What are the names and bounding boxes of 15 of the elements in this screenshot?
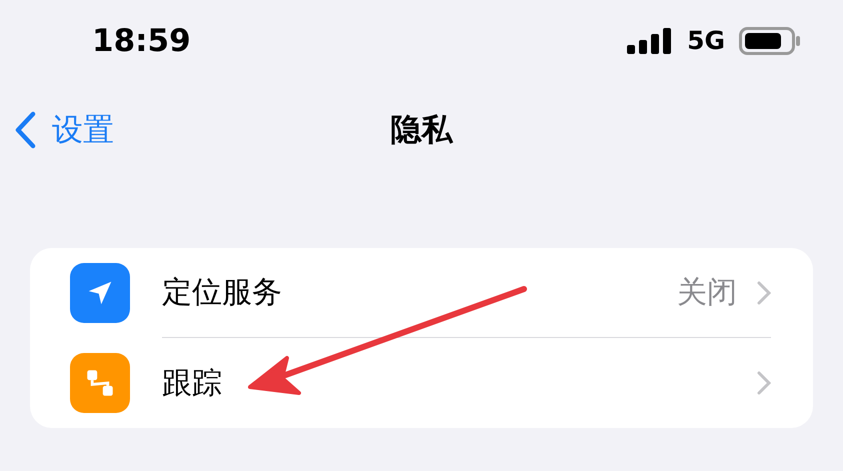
battery-icon xyxy=(739,27,801,55)
network-label: 5G xyxy=(687,25,725,58)
back-button[interactable]: 设置 xyxy=(14,106,114,154)
back-chevron-icon xyxy=(14,111,36,149)
location-icon xyxy=(70,263,130,323)
row-value: 关闭 xyxy=(677,274,737,312)
tracking-icon xyxy=(70,353,130,413)
status-time: 18:59 xyxy=(92,22,191,61)
row-label: 跟踪 xyxy=(162,364,223,402)
page-title: 隐私 xyxy=(390,110,452,150)
chevron-icon xyxy=(757,371,771,395)
settings-row[interactable]: 定位服务 关闭 xyxy=(30,248,813,338)
chevron-icon xyxy=(757,280,771,304)
signal-icon xyxy=(627,28,674,54)
row-label: 定位服务 xyxy=(162,274,283,312)
